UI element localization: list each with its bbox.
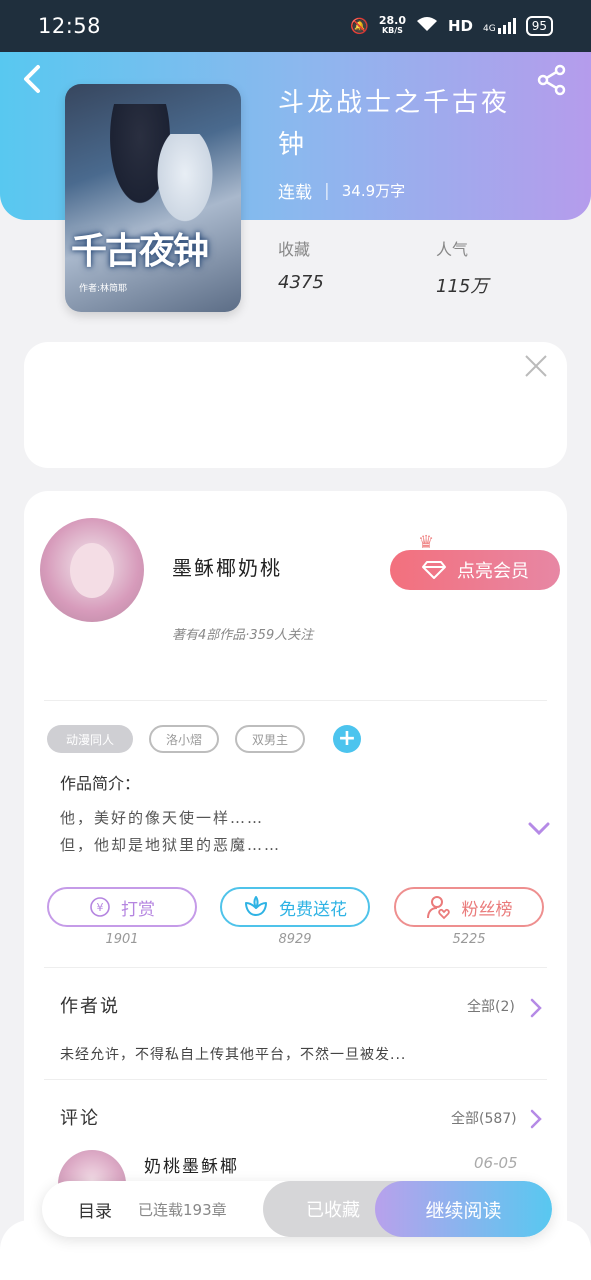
tag-item[interactable]: 洛小熠 bbox=[149, 725, 219, 753]
battery-icon: 95 bbox=[525, 16, 553, 36]
add-tag-button[interactable]: + bbox=[333, 725, 361, 753]
author-note-text[interactable]: 未经允许，不得私自上传其他平台，不然一旦被发... bbox=[60, 1044, 406, 1064]
continue-reading-button[interactable]: 继续阅读 bbox=[375, 1181, 552, 1237]
diamond-icon bbox=[422, 561, 446, 579]
flower-count: 8929 bbox=[278, 932, 312, 947]
author-stats: 著有4部作品·359人关注 bbox=[172, 628, 314, 643]
comments-all-link[interactable]: 全部(587) bbox=[451, 1108, 517, 1128]
vip-button[interactable]: 点亮会员 bbox=[390, 550, 560, 590]
book-cover[interactable]: 千古夜钟 作者:林简耶 bbox=[65, 84, 241, 312]
chapter-count: 已连载193章 bbox=[138, 1201, 227, 1219]
fan-ranking-label: 粉丝榜 bbox=[461, 899, 513, 920]
status-icons: 🔕 28.0 KB/S HD 4G 95 bbox=[350, 14, 553, 36]
intro-title: 作品简介： bbox=[60, 774, 141, 793]
cover-title: 千古夜钟 bbox=[71, 230, 209, 272]
comment-date: 06-05 bbox=[474, 1154, 518, 1172]
tag-item[interactable]: 动漫同人 bbox=[47, 725, 133, 753]
share-button[interactable] bbox=[536, 64, 568, 96]
net-speed: 28.0 KB/S bbox=[378, 14, 406, 35]
back-button[interactable] bbox=[22, 64, 50, 94]
tag-item[interactable]: 双男主 bbox=[235, 725, 305, 753]
cover-figure bbox=[150, 134, 220, 234]
divider bbox=[44, 967, 547, 968]
book-title: 斗龙战士之千古夜钟 bbox=[278, 88, 511, 160]
fan-count: 5225 bbox=[452, 932, 486, 947]
flower-icon bbox=[245, 896, 267, 916]
send-flower-label: 免费送花 bbox=[279, 899, 347, 920]
user-heart-icon bbox=[426, 896, 450, 920]
avatar-face bbox=[70, 543, 114, 598]
stat-label: 人气 bbox=[436, 240, 469, 259]
bottom-action-bar: 目录 已连载193章 已收藏 继续阅读 bbox=[42, 1181, 552, 1237]
comments-title: 评论 bbox=[60, 1108, 100, 1129]
ad-close-button[interactable] bbox=[522, 354, 550, 382]
status-bar: 12:58 🔕 28.0 KB/S HD 4G 95 bbox=[0, 0, 591, 52]
send-flower-button[interactable]: 免费送花 bbox=[220, 887, 370, 927]
stat-popularity: 人气 115万 bbox=[436, 236, 488, 298]
intro-line: 他，美好的像天使一样…… bbox=[60, 809, 265, 827]
comment-username[interactable]: 奶桃墨稣椰 bbox=[144, 1152, 239, 1177]
share-icon bbox=[537, 64, 566, 96]
reward-button[interactable]: ¥ 打赏 bbox=[47, 887, 197, 927]
divider bbox=[44, 1079, 547, 1080]
chevron-right-icon[interactable] bbox=[530, 998, 542, 1018]
wifi-icon bbox=[416, 16, 438, 36]
stat-label: 收藏 bbox=[278, 240, 311, 259]
ad-card bbox=[24, 342, 567, 468]
book-meta: 连载 | 34.9万字 bbox=[278, 178, 406, 204]
yen-coin-icon: ¥ bbox=[90, 897, 110, 917]
word-count: 34.9万字 bbox=[341, 182, 406, 200]
expand-intro-button[interactable] bbox=[528, 820, 550, 838]
svg-text:¥: ¥ bbox=[97, 901, 104, 914]
intro-line: 但，他却是地狱里的恶魔…… bbox=[60, 836, 282, 854]
chevron-left-icon bbox=[24, 65, 40, 93]
meta-divider: | bbox=[324, 180, 330, 201]
stat-favorites: 收藏 4375 bbox=[278, 236, 324, 293]
chevron-right-icon[interactable] bbox=[530, 1109, 542, 1129]
hd-label: HD bbox=[448, 17, 474, 35]
stat-value: 4375 bbox=[278, 272, 324, 293]
stat-value: 115万 bbox=[436, 276, 489, 297]
divider bbox=[44, 700, 547, 701]
chevron-down-icon bbox=[528, 822, 550, 836]
status-time: 12:58 bbox=[38, 14, 102, 38]
author-says-title: 作者说 bbox=[60, 996, 120, 1017]
author-avatar[interactable] bbox=[40, 518, 144, 622]
author-name[interactable]: 墨稣椰奶桃 bbox=[172, 552, 282, 581]
cover-author: 作者:林简耶 bbox=[79, 284, 128, 294]
close-icon bbox=[525, 355, 547, 377]
toc-button[interactable]: 目录 bbox=[78, 1197, 112, 1222]
fan-ranking-button[interactable]: 粉丝榜 bbox=[394, 887, 544, 927]
signal-icon: 4G bbox=[483, 18, 516, 34]
vip-button-label: 点亮会员 bbox=[457, 561, 529, 582]
author-says-all-link[interactable]: 全部(2) bbox=[467, 996, 515, 1016]
book-status: 连载 bbox=[278, 183, 312, 203]
reward-count: 1901 bbox=[105, 932, 139, 947]
reward-button-label: 打赏 bbox=[121, 899, 155, 920]
mute-bell-icon: 🔕 bbox=[350, 17, 369, 35]
